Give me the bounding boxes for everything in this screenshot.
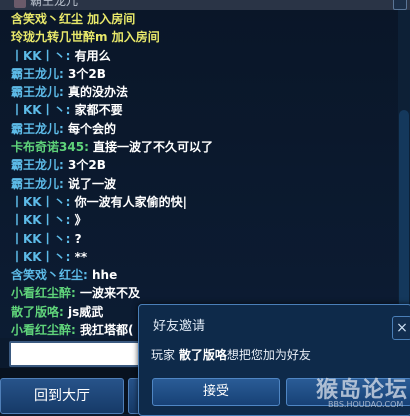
chat-text: 每个会的 (68, 121, 117, 136)
chat-message: 丨KK丨丶: 你一波有人家偷的快| (0, 193, 396, 211)
chat-sender: 霸王龙儿 (11, 85, 60, 100)
chat-message: 小看红尘醉: 一波来不及 (0, 284, 396, 302)
chat-separator: : (59, 158, 68, 173)
chat-separator: : (59, 176, 68, 191)
chat-text: 我扛塔都( (80, 323, 134, 338)
chat-separator: : (71, 323, 80, 338)
chat-text: 说了一波 (68, 176, 117, 191)
avatar (14, 0, 26, 8)
chat-text: 你一波有人家偷的快| (74, 194, 187, 209)
chat-text: ? (74, 231, 82, 246)
chat-message: 丨KK丨丶: 家都不要 (0, 101, 396, 119)
chat-sender: 玲珑九转几世醉m (11, 30, 108, 45)
chat-separator: : (65, 103, 75, 118)
chat-sender: 霸王龙儿 (11, 66, 60, 81)
chat-sender: 含笑戏丶红尘 (11, 268, 84, 283)
chat-sender: 丨KK丨丶 (11, 249, 66, 264)
chat-message: 丨KK丨丶: 》 (0, 211, 396, 229)
chat-sender: 霸王龙儿 (11, 176, 60, 191)
chat-message: 含笑戏丶红尘: hhe (0, 266, 396, 284)
dialog-message: 玩家 散了版咯想把您加为好友 (151, 346, 311, 363)
chat-message: 丨KK丨丶: ? (0, 230, 396, 248)
chat-text: 直接一波了不久可以了 (93, 140, 214, 155)
chat-sender: 卡布奇诺345 (11, 140, 85, 155)
chat-separator: : (65, 194, 75, 209)
dialog-player-name: 散了版咯 (178, 348, 227, 362)
chat-text: 》 (74, 213, 87, 228)
chat-text: ** (74, 249, 88, 264)
chat-message: 霸王龙儿: 每个会的 (0, 120, 396, 138)
chat-sender: 小看红尘醉 (11, 286, 72, 301)
chat-message: 霸王龙儿: 3个2B (0, 65, 396, 83)
accept-button[interactable]: 接受 (152, 378, 280, 406)
chat-separator: : (71, 286, 80, 301)
chat-sender: 丨KK丨丶 (11, 48, 66, 63)
chat-text: 真的没办法 (68, 85, 129, 100)
dialog-close-icon[interactable]: × (392, 316, 410, 340)
chat-separator: : (65, 213, 75, 228)
chat-message: 霸王龙儿: 真的没办法 (0, 83, 396, 101)
dialog-suffix: 想把您加为好友 (226, 348, 311, 362)
chat-message: 丨KK丨丶: ** (0, 248, 396, 266)
chat-message: 霸王龙儿: 说了一波 (0, 175, 396, 193)
chat-separator: : (65, 231, 75, 246)
chat-text: 有用么 (74, 48, 111, 63)
chat-sender: 丨KK丨丶 (11, 213, 66, 228)
title-nickname: 霸王龙儿 (30, 0, 79, 8)
chat-sender: 含笑戏丶红尘 (11, 12, 84, 26)
chat-text: 加入房间 (87, 12, 136, 26)
chat-sender: 小看红尘醉 (11, 323, 72, 338)
chat-separator: : (65, 249, 75, 264)
chat-text: 3个2B (68, 66, 106, 81)
chat-message: 霸王龙儿: 3个2B (0, 156, 396, 174)
chat-text: js威武 (68, 304, 104, 319)
chat-panel: 含笑戏丶红尘 加入房间 玲珑九转几世醉m 加入房间 丨KK丨丶: 有用么 霸王龙儿: … (0, 0, 399, 338)
chat-sender: 霸王龙儿 (11, 158, 60, 173)
dialog-title: 好友邀请 (153, 319, 206, 334)
chat-message: 含笑戏丶红尘 加入房间 (0, 10, 396, 28)
chat-message-list: 含笑戏丶红尘 加入房间 玲珑九转几世醉m 加入房间 丨KK丨丶: 有用么 霸王龙儿: … (0, 10, 396, 338)
chat-sender: 散了版咯 (11, 304, 60, 319)
chat-separator: : (59, 66, 68, 81)
chat-separator: : (83, 268, 92, 283)
watermark-url: BBS.HOUDAO.COM (328, 400, 404, 409)
chat-separator: : (59, 121, 68, 136)
chat-text: hhe (92, 268, 118, 283)
chat-sender: 霸王龙儿 (11, 121, 60, 136)
chat-text: 家都不要 (74, 103, 123, 118)
chat-sender: 丨KK丨丶 (11, 194, 66, 209)
room-title-bar: 霸王龙儿 (0, 0, 410, 10)
chat-separator: : (59, 304, 68, 319)
chat-text: 3个2B (68, 158, 106, 173)
dialog-prefix: 玩家 (151, 348, 176, 362)
chat-separator: : (65, 48, 75, 63)
window-close-icon[interactable] (393, 0, 407, 10)
chat-message: 卡布奇诺345: 直接一波了不久可以了 (0, 138, 396, 156)
chat-separator: : (59, 85, 68, 100)
chat-sender: 丨KK丨丶 (11, 103, 66, 118)
chat-text: 加入房间 (111, 30, 160, 45)
chat-message: 玲珑九转几世醉m 加入房间 (0, 28, 396, 46)
chat-separator: : (84, 140, 94, 155)
chat-message: 丨KK丨丶: 有用么 (0, 47, 396, 65)
chat-sender: 丨KK丨丶 (11, 231, 66, 246)
scrollbar-thumb[interactable] (399, 110, 409, 330)
chat-text: 一波来不及 (80, 286, 141, 301)
back-to-hall-button[interactable]: 回到大厅 (0, 378, 124, 414)
